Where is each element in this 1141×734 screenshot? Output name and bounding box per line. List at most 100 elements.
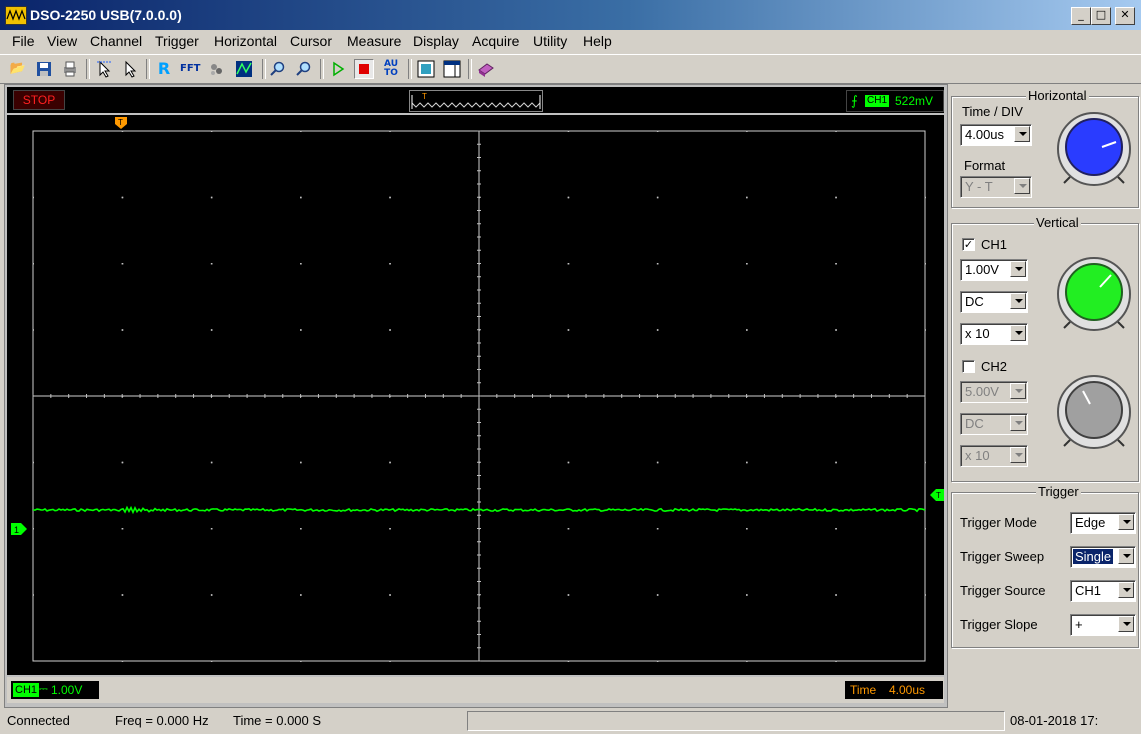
menu-acquire[interactable]: Acquire: [472, 33, 519, 49]
menu-file[interactable]: File: [12, 33, 35, 49]
format-label: Format: [964, 158, 1006, 173]
title-bar[interactable]: DSO-2250 USB(7.0.0.0) _ □ ✕: [0, 0, 1141, 30]
menu-channel[interactable]: Channel: [90, 33, 142, 49]
trigger-position-marker[interactable]: T: [115, 117, 127, 129]
fft-icon[interactable]: FFT: [180, 59, 200, 79]
toolbar: 📂 R FFT AU TO: [0, 54, 1141, 84]
dc-coupling-icon: ⎓: [39, 683, 48, 695]
toolbar-separator: [262, 59, 266, 79]
chevron-down-icon[interactable]: [1010, 325, 1026, 341]
ch1-label: CH1: [981, 237, 1008, 252]
ch1-probe-select[interactable]: x 10: [960, 323, 1028, 345]
menu-measure[interactable]: Measure: [347, 33, 401, 49]
window-icon[interactable]: [442, 59, 462, 79]
scope-screen[interactable]: T 1 T: [7, 115, 944, 675]
ref-icon[interactable]: R: [154, 59, 174, 79]
zoom-out-icon[interactable]: [294, 59, 314, 79]
trigger-source-select[interactable]: CH1: [1070, 580, 1136, 602]
save-icon[interactable]: [34, 59, 54, 79]
ch1-ground-marker[interactable]: 1: [11, 523, 27, 535]
time-base-box[interactable]: Time 4.00us: [845, 681, 943, 699]
close-button[interactable]: ✕: [1115, 7, 1135, 25]
trigger-title: Trigger: [1036, 484, 1081, 499]
trigger-sweep-select[interactable]: Single: [1070, 546, 1136, 568]
ch2-probe-select[interactable]: x 10: [960, 445, 1028, 467]
wave-icon[interactable]: [234, 59, 254, 79]
auto-icon[interactable]: AU TO: [381, 59, 401, 80]
minimize-button[interactable]: _: [1071, 7, 1091, 25]
trigger-channel-tag: CH1: [865, 95, 890, 107]
trigger-level-readout: 522mV: [895, 94, 934, 108]
ch2-probe-value: x 10: [965, 448, 990, 463]
ch1-volts-select[interactable]: 1.00V: [960, 259, 1028, 281]
chevron-down-icon[interactable]: [1010, 261, 1026, 277]
select-cursor-icon[interactable]: [120, 59, 140, 79]
chevron-down-icon[interactable]: [1118, 548, 1134, 564]
time-div-knob[interactable]: [1056, 111, 1132, 187]
ch1-coupling-value: DC: [965, 294, 984, 309]
time-div-value: 4.00us: [965, 127, 1005, 142]
trigger-sweep-label: Trigger Sweep: [960, 549, 1045, 564]
chevron-down-icon[interactable]: [1010, 415, 1026, 431]
menu-view[interactable]: View: [47, 33, 77, 49]
menu-display[interactable]: Display: [413, 33, 459, 49]
ch2-coupling-select[interactable]: DC: [960, 413, 1028, 435]
trigger-slope-label: Trigger Slope: [960, 617, 1038, 632]
run-icon[interactable]: [328, 59, 348, 79]
ch1-volts-knob[interactable]: [1056, 256, 1132, 332]
run-state-indicator[interactable]: STOP: [13, 90, 65, 110]
pointer-cursor-icon[interactable]: [94, 59, 114, 79]
app-icon: [5, 6, 27, 25]
chevron-down-icon[interactable]: [1010, 447, 1026, 463]
math-icon[interactable]: [206, 59, 226, 79]
stop-icon[interactable]: [354, 59, 374, 79]
trigger-mode-select[interactable]: Edge: [1070, 512, 1136, 534]
trigger-level-marker[interactable]: T: [930, 489, 944, 501]
trigger-source-value: CH1: [1075, 583, 1102, 598]
scope-area: STOP T ⨍ CH1 522mV T 1 T CH1 ⎓ 1.00V Tim…: [4, 84, 948, 708]
help-book-icon[interactable]: [476, 59, 496, 79]
chevron-down-icon[interactable]: [1118, 616, 1134, 632]
status-progress-panel: [467, 711, 1005, 731]
trigger-mode-label: Trigger Mode: [960, 515, 1037, 530]
trigger-indicator: ⨍ CH1 522mV: [846, 90, 944, 112]
vertical-title: Vertical: [1034, 215, 1081, 230]
time-div-select[interactable]: 4.00us: [960, 124, 1032, 146]
menu-cursor[interactable]: Cursor: [290, 33, 332, 49]
open-icon[interactable]: 📂: [8, 59, 28, 79]
ch1-volts-value: 1.00V: [965, 262, 999, 277]
chevron-down-icon[interactable]: [1010, 293, 1026, 309]
vertical-group: Vertical ✓ CH1 1.00V DC x 10 CH2 5.00V D…: [951, 215, 1139, 482]
maximize-button[interactable]: □: [1091, 7, 1111, 25]
zoom-in-icon[interactable]: [268, 59, 288, 79]
ch1-marker-label: 1: [14, 525, 19, 535]
menu-help[interactable]: Help: [583, 33, 612, 49]
menu-trigger[interactable]: Trigger: [155, 33, 199, 49]
fit-icon[interactable]: [416, 59, 436, 79]
preview-trigger-marker: T: [422, 92, 427, 101]
menu-bar: File View Channel Trigger Horizontal Cur…: [0, 30, 1141, 52]
ch2-volts-knob[interactable]: [1056, 374, 1132, 450]
scope-graticule: T 1 T: [11, 117, 944, 662]
chevron-down-icon[interactable]: [1010, 383, 1026, 399]
ch1-info-box[interactable]: CH1 ⎓ 1.00V: [11, 681, 99, 699]
menu-horizontal[interactable]: Horizontal: [214, 33, 277, 49]
window-title: DSO-2250 USB(7.0.0.0): [30, 7, 182, 23]
ch1-checkbox[interactable]: ✓: [962, 238, 975, 251]
ch2-label: CH2: [981, 359, 1008, 374]
trigger-slope-select[interactable]: +: [1070, 614, 1136, 636]
menu-utility[interactable]: Utility: [533, 33, 567, 49]
chevron-down-icon[interactable]: [1118, 514, 1134, 530]
chevron-down-icon[interactable]: [1014, 178, 1030, 194]
format-select[interactable]: Y - T: [960, 176, 1032, 198]
ch1-coupling-select[interactable]: DC: [960, 291, 1028, 313]
ch2-volts-select[interactable]: 5.00V: [960, 381, 1028, 403]
ch2-checkbox[interactable]: [962, 360, 975, 373]
waveform-preview[interactable]: T: [409, 90, 543, 112]
chevron-down-icon[interactable]: [1014, 126, 1030, 142]
rising-edge-icon: ⨍: [851, 93, 858, 108]
chevron-down-icon[interactable]: [1118, 582, 1134, 598]
print-icon[interactable]: [60, 59, 80, 79]
format-value: Y - T: [965, 179, 993, 194]
connection-status: Connected: [7, 713, 70, 728]
